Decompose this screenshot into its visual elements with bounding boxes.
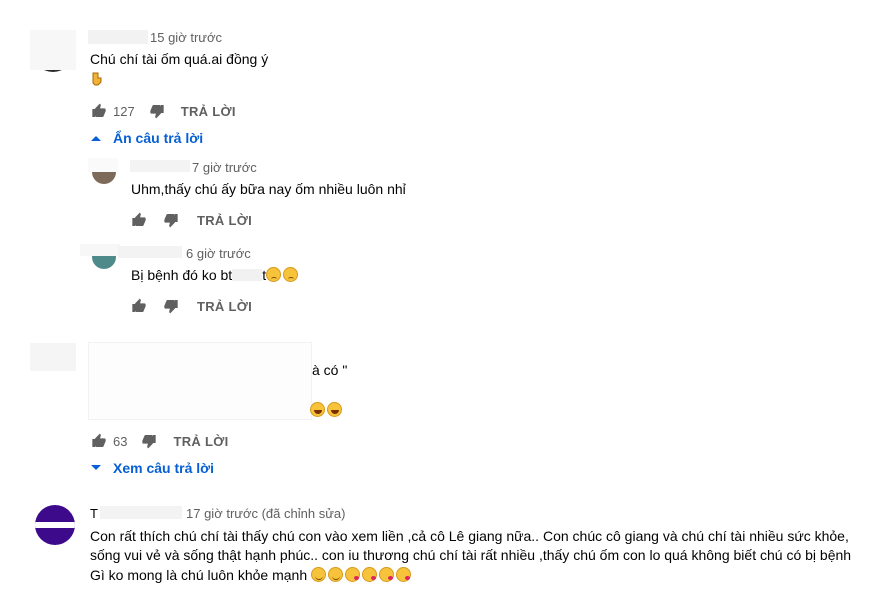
like-icon[interactable]: [91, 433, 107, 449]
avatar[interactable]: [35, 505, 75, 545]
author-redaction: [88, 30, 148, 44]
comment-text: Bị bệnh đó ko bt t: [131, 265, 300, 286]
like-count: 127: [113, 103, 135, 119]
comment-actions: 127 TRẢ LỜI: [91, 103, 236, 119]
sad-emoji: [283, 267, 299, 282]
comment-line-3: Gì ko mong là chú luôn khỏe mạnh: [90, 565, 413, 586]
kiss-emoji: [379, 567, 395, 582]
emoji-row: [310, 402, 344, 420]
author-redaction: [130, 160, 190, 172]
comment-line-3-text: Gì ko mong là chú luôn khỏe mạnh: [90, 567, 308, 583]
comment-text: Uhm,thấy chú ấy bữa nay ốm nhiều luôn nh…: [131, 181, 406, 197]
avatar-redaction: [30, 30, 76, 70]
comment-line-2: sống vui vẻ và sống thật hạnh phúc.. con…: [90, 547, 852, 563]
point-down-emoji: [91, 72, 103, 91]
author-initial: T: [90, 506, 98, 521]
kiss-emoji: [362, 567, 378, 582]
chevron-up-icon: [91, 136, 101, 141]
dislike-icon[interactable]: [163, 212, 179, 228]
view-replies-toggle[interactable]: Xem câu trả lời: [91, 460, 214, 476]
laughing-emoji: [310, 402, 325, 417]
avatar-redaction: [88, 158, 118, 172]
author-redaction: [100, 506, 182, 519]
avatar-stripe: [35, 522, 75, 528]
comment-actions: 63 TRẢ LỜI: [91, 433, 229, 449]
like-icon[interactable]: [131, 298, 147, 314]
comment-text: Chú chí tài ốm quá.ai đồng ý: [90, 51, 269, 67]
comment-time: 6 giờ trước: [186, 246, 251, 261]
comment-actions: TRẢ LỜI: [131, 298, 252, 314]
hide-replies-label: Ẩn câu trả lời: [113, 130, 204, 146]
reply-button[interactable]: TRẢ LỜI: [197, 213, 252, 228]
view-replies-label: Xem câu trả lời: [113, 460, 214, 476]
like-count: 63: [113, 433, 128, 449]
comment-line-1: Con rất thích chú chí tài thấy chú con v…: [90, 528, 849, 544]
avatar-redaction: [80, 244, 120, 256]
comment-redaction: [88, 342, 312, 420]
text-redaction: [232, 269, 263, 281]
comment-time: 7 giờ trước: [192, 160, 257, 175]
author-redaction: [118, 246, 182, 258]
reply-button[interactable]: TRẢ LỜI: [197, 299, 252, 314]
dislike-icon[interactable]: [149, 103, 165, 119]
comment-time: 17 giờ trước (đã chỉnh sửa): [186, 506, 346, 521]
dislike-icon[interactable]: [141, 433, 157, 449]
kiss-emoji: [396, 567, 412, 582]
reply-button[interactable]: TRẢ LỜI: [181, 104, 236, 119]
reply-button[interactable]: TRẢ LỜI: [173, 434, 228, 449]
comment-text-fragment: à có ": [312, 362, 348, 378]
comment-time: 15 giờ trước: [150, 30, 222, 45]
smiling-emoji: [328, 567, 344, 582]
avatar-redaction: [30, 343, 76, 371]
sad-emoji: [266, 267, 282, 282]
dislike-icon[interactable]: [163, 298, 179, 314]
comment-text-start: Bị bệnh đó ko bt: [131, 267, 233, 283]
hide-replies-toggle[interactable]: Ẩn câu trả lời: [91, 130, 203, 146]
smiling-emoji: [311, 567, 327, 582]
kiss-emoji: [345, 567, 361, 582]
like-icon[interactable]: [131, 212, 147, 228]
laughing-emoji: [327, 402, 342, 417]
like-icon[interactable]: [91, 103, 107, 119]
comment-actions: TRẢ LỜI: [131, 212, 252, 228]
chevron-down-icon: [91, 465, 101, 470]
